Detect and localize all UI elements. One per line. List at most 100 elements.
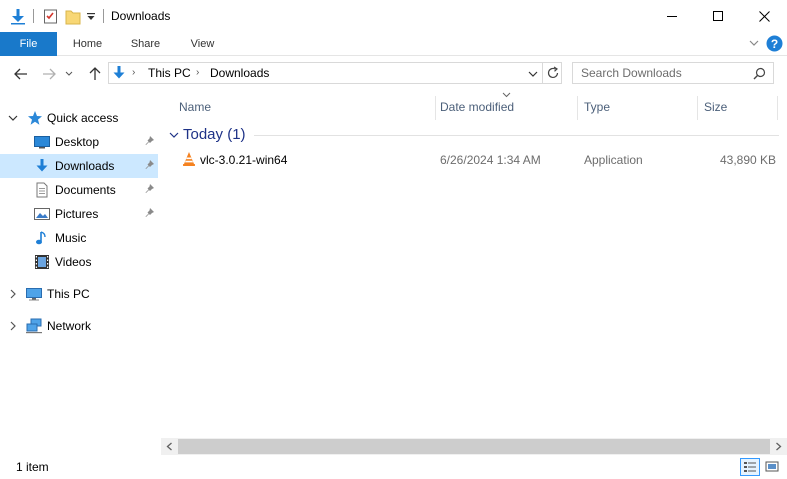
status-bar: 1 item (0, 456, 787, 479)
network-icon (26, 318, 42, 334)
file-name: vlc-3.0.21-win64 (200, 153, 288, 167)
ribbon-tabs: File Home Share View ? (0, 32, 787, 56)
tab-home[interactable]: Home (60, 32, 115, 56)
address-bar[interactable]: › This PC › Downloads (108, 62, 562, 84)
column-header-label: Name (179, 100, 212, 114)
svg-text:?: ? (771, 37, 778, 51)
nav-this-pc[interactable]: This PC (0, 282, 158, 306)
scroll-left-icon[interactable] (161, 438, 178, 455)
column-header-label: Date modified (440, 100, 515, 114)
star-icon (27, 110, 43, 126)
breadcrumb-separator-icon[interactable]: › (196, 67, 199, 78)
expanded-chevron-icon[interactable] (7, 112, 19, 124)
scroll-right-icon[interactable] (770, 438, 787, 455)
horizontal-scrollbar[interactable] (161, 438, 787, 455)
expand-ribbon-icon[interactable] (748, 37, 760, 52)
nav-item-documents[interactable]: Documents (0, 178, 158, 202)
nav-this-pc-label: This PC (47, 287, 90, 301)
recent-locations-button[interactable] (63, 65, 75, 83)
breadcrumb-separator-icon[interactable]: › (132, 67, 135, 78)
item-count: 1 item (16, 460, 49, 474)
search-placeholder: Search Downloads (581, 66, 682, 80)
documents-icon (34, 182, 50, 198)
back-button[interactable] (12, 65, 30, 83)
address-history-icon[interactable] (528, 68, 538, 82)
refresh-icon[interactable] (546, 66, 560, 83)
nav-item-pictures[interactable]: Pictures (0, 202, 158, 226)
title-bar: Downloads (0, 0, 787, 32)
up-button[interactable] (86, 65, 104, 83)
downloads-icon (34, 158, 50, 174)
tab-view[interactable]: View (175, 32, 230, 56)
vlc-cone-icon (181, 151, 197, 170)
breadcrumb-this-pc[interactable]: This PC (148, 66, 191, 80)
file-date: 6/26/2024 1:34 AM (440, 153, 541, 167)
file-row[interactable]: vlc-3.0.21-win64 6/26/2024 1:34 AM Appli… (175, 150, 785, 170)
forward-arrow-icon (43, 68, 56, 80)
navigation-pane: Quick access Desktop Downloads Documents (0, 92, 160, 456)
collapsed-chevron-icon[interactable] (7, 288, 19, 300)
nav-item-desktop[interactable]: Desktop (0, 130, 158, 154)
details-view-button[interactable] (740, 458, 760, 476)
sort-descending-icon (502, 92, 511, 98)
scroll-thumb[interactable] (178, 439, 770, 454)
file-type: Application (584, 153, 643, 167)
tab-share[interactable]: Share (118, 32, 173, 56)
close-icon (758, 10, 770, 22)
maximize-icon (713, 11, 723, 21)
maximize-button[interactable] (695, 0, 741, 32)
nav-item-label: Downloads (55, 159, 115, 173)
new-folder-icon[interactable] (65, 7, 81, 25)
music-icon (34, 230, 50, 246)
address-divider (542, 63, 543, 83)
column-header-name[interactable]: Name (161, 96, 435, 120)
downloads-location-icon (111, 65, 127, 84)
close-button[interactable] (741, 0, 787, 32)
nav-item-label: Videos (55, 255, 92, 269)
back-arrow-icon (14, 68, 27, 80)
group-divider-line (254, 135, 779, 136)
pin-icon[interactable] (143, 135, 155, 147)
nav-item-label: Desktop (55, 135, 100, 149)
up-arrow-icon (89, 67, 101, 80)
tab-file[interactable]: File (0, 32, 57, 56)
nav-item-label: Music (55, 231, 87, 245)
forward-button[interactable] (40, 65, 58, 83)
search-icon[interactable] (753, 67, 766, 83)
column-header-type[interactable]: Type (578, 96, 697, 120)
group-label: Today (1) (183, 126, 246, 143)
desktop-icon (34, 134, 50, 150)
file-size: 43,890 KB (720, 153, 777, 167)
breadcrumb-downloads[interactable]: Downloads (210, 66, 269, 80)
search-input[interactable]: Search Downloads (572, 62, 774, 84)
column-header-label: Type (584, 100, 611, 114)
nav-quick-access-label: Quick access (47, 111, 119, 125)
collapsed-chevron-icon[interactable] (7, 320, 19, 332)
nav-quick-access[interactable]: Quick access (0, 106, 158, 130)
pin-icon[interactable] (143, 183, 155, 195)
group-collapse-chevron-icon[interactable] (168, 129, 180, 144)
nav-item-label: Documents (55, 183, 116, 197)
properties-icon[interactable] (43, 7, 59, 25)
window-title: Downloads (111, 9, 171, 23)
nav-item-videos[interactable]: Videos (0, 250, 158, 274)
column-header-size[interactable]: Size (698, 96, 778, 120)
column-divider[interactable] (777, 96, 778, 120)
minimize-button[interactable] (649, 0, 695, 32)
pin-icon[interactable] (143, 159, 155, 171)
large-icons-view-button[interactable] (762, 458, 782, 476)
help-icon[interactable]: ? (766, 35, 783, 55)
group-header-today[interactable]: Today (1) (161, 124, 787, 146)
computer-icon (26, 286, 42, 302)
quick-access-dropdown-icon[interactable] (86, 11, 96, 29)
downloads-arrow-icon[interactable] (9, 7, 27, 25)
column-header-date[interactable]: Date modified (436, 92, 578, 120)
column-header-label: Size (704, 100, 728, 114)
nav-network[interactable]: Network (0, 314, 158, 338)
nav-item-music[interactable]: Music (0, 226, 158, 250)
nav-item-downloads[interactable]: Downloads (0, 154, 158, 178)
pin-icon[interactable] (143, 207, 155, 219)
videos-icon (34, 254, 50, 270)
details-view-icon (744, 462, 756, 472)
file-list: Name Date modified Type Size Today (1) v… (161, 92, 787, 440)
